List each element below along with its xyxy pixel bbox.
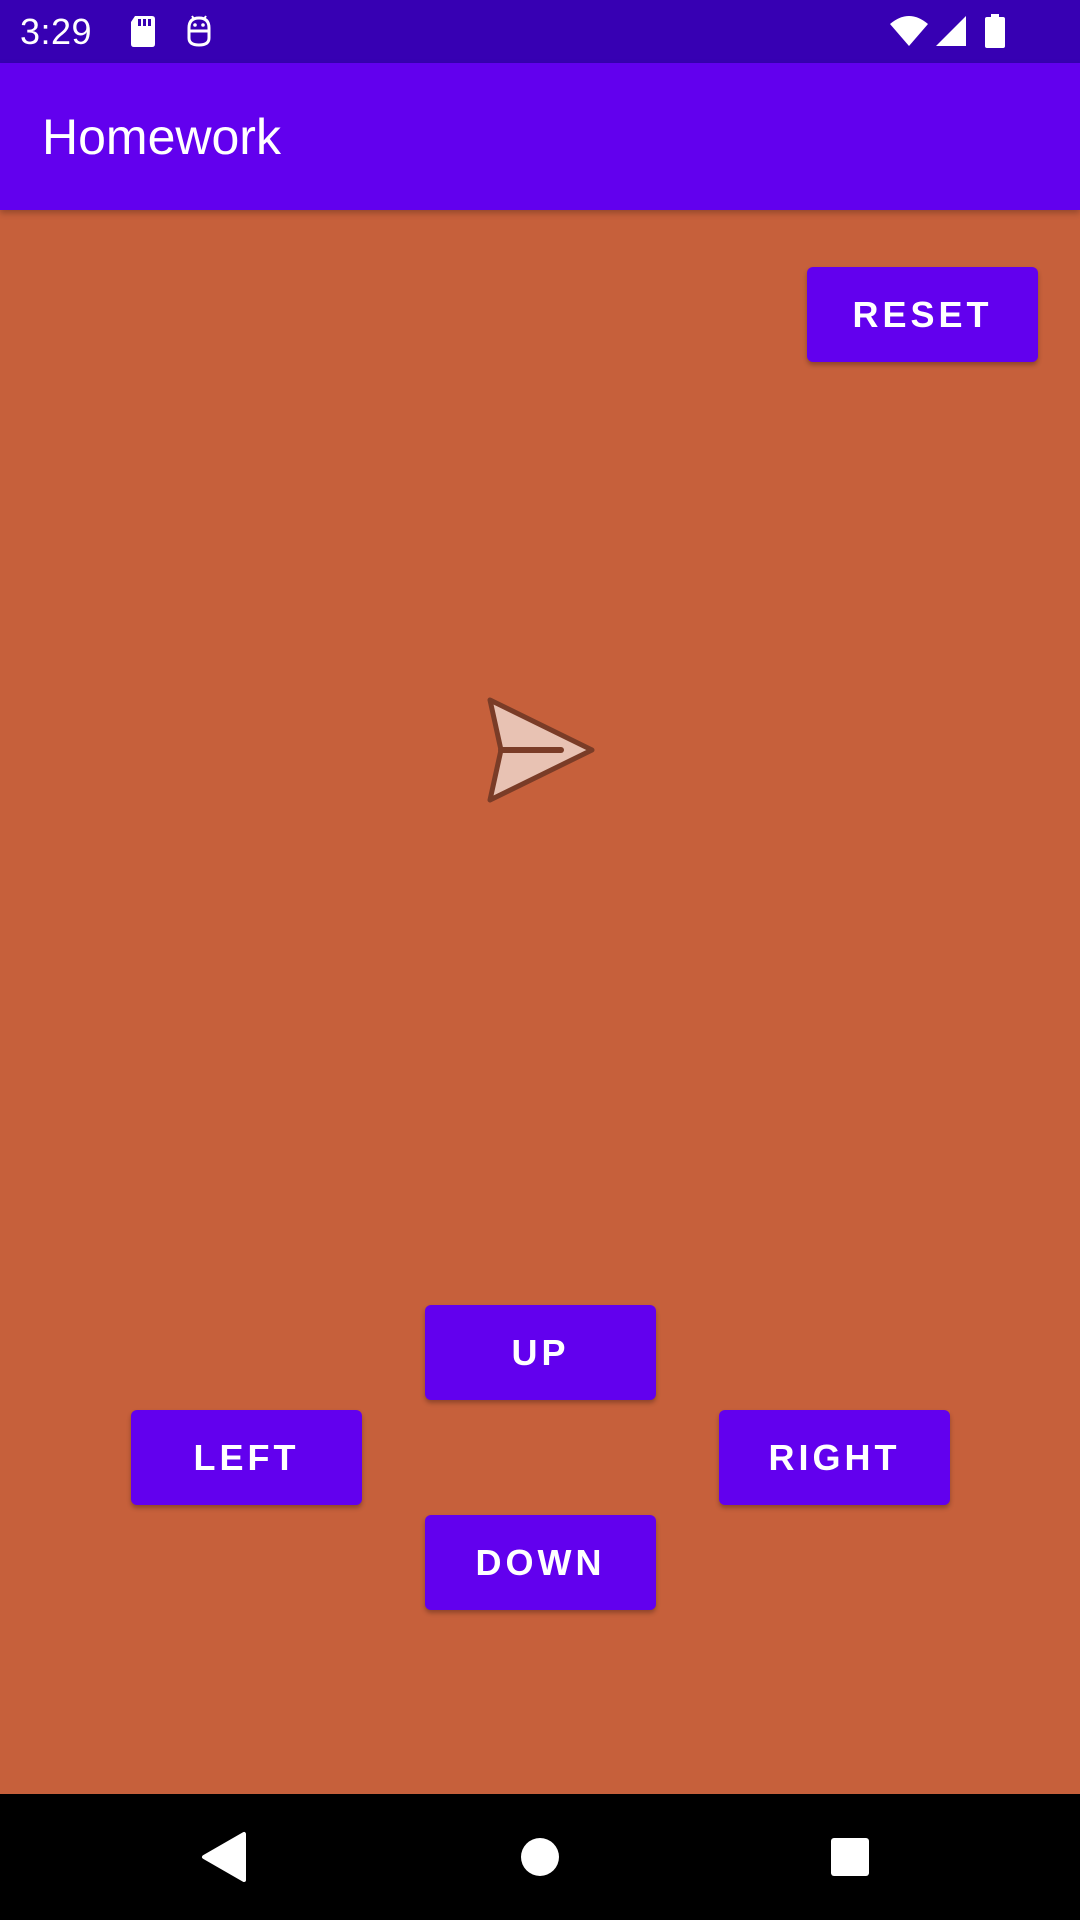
android-debug-icon	[182, 14, 216, 48]
up-button[interactable]: UP	[425, 1305, 656, 1400]
wifi-icon	[889, 14, 929, 48]
battery-icon	[984, 14, 1006, 48]
down-button[interactable]: DOWN	[425, 1515, 656, 1610]
cell-signal-icon	[934, 14, 968, 48]
status-time: 3:29	[20, 11, 93, 52]
back-icon[interactable]	[190, 1822, 260, 1892]
home-icon[interactable]	[505, 1822, 575, 1892]
app-screen: 3:29 Homework RESET UP LEFT RIGHT DOWN	[0, 0, 1080, 1920]
sd-card-icon	[126, 14, 160, 48]
paper-plane-icon	[485, 695, 595, 805]
left-button[interactable]: LEFT	[131, 1410, 362, 1505]
app-bar: Homework	[0, 63, 1080, 210]
recents-icon[interactable]	[815, 1822, 885, 1892]
app-title: Homework	[42, 109, 281, 165]
status-bar: 3:29	[0, 0, 1080, 63]
reset-button[interactable]: RESET	[807, 267, 1038, 362]
right-button[interactable]: RIGHT	[719, 1410, 950, 1505]
navigation-bar	[0, 1794, 1080, 1920]
